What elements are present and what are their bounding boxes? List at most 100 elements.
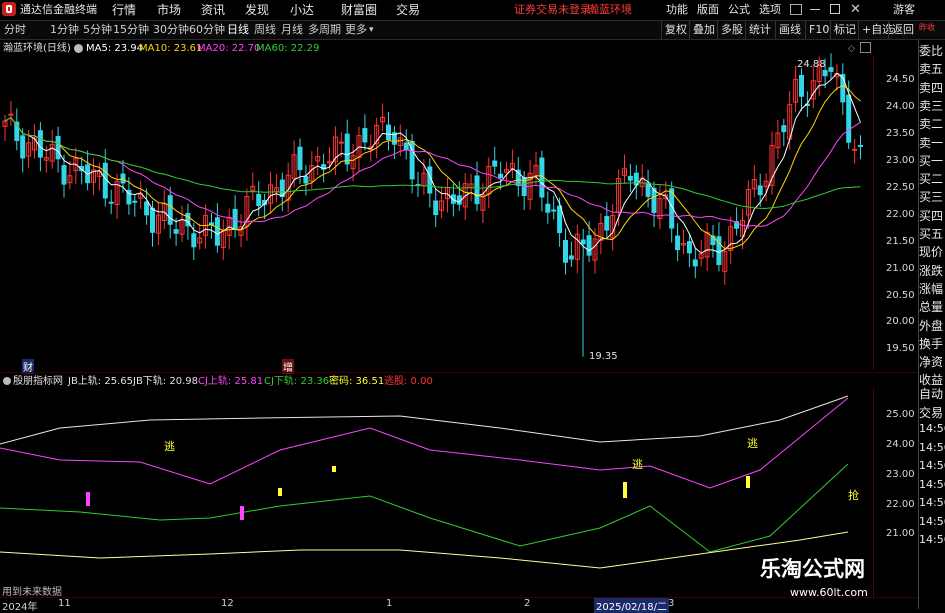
- sidebar-item[interactable]: 卖五: [919, 60, 945, 77]
- candle: [675, 235, 681, 251]
- ma-line: [4, 72, 861, 254]
- login-notice[interactable]: 证券交易未登录: [514, 0, 591, 20]
- sidebar-item[interactable]: 卖一: [919, 134, 945, 151]
- maximize-icon[interactable]: [830, 4, 840, 14]
- candle: [55, 136, 61, 160]
- sidebar-item[interactable]: 买一: [919, 152, 945, 169]
- indicator-line: [0, 397, 849, 489]
- menu-function[interactable]: 功能: [666, 0, 688, 20]
- tab-timeshare[interactable]: 分时: [4, 21, 26, 39]
- tab-weekly[interactable]: 周线: [254, 21, 276, 39]
- menu-wealth-circle[interactable]: 财富圈: [341, 0, 377, 20]
- sidebar-trade-item[interactable]: 14:56: [919, 422, 945, 435]
- cj-upper-label: CJ上轨: 25.81: [198, 376, 264, 387]
- sidebar-item[interactable]: 换手: [919, 335, 945, 352]
- message-icon[interactable]: [790, 4, 802, 15]
- draw-line-button[interactable]: 画线: [775, 21, 804, 39]
- overlay-button[interactable]: 叠加: [689, 21, 718, 39]
- sidebar-item[interactable]: 卖二: [919, 115, 945, 132]
- sidebar-trade-item[interactable]: 14:56: [919, 459, 945, 472]
- candle: [604, 216, 610, 231]
- candle: [150, 207, 155, 233]
- multi-stock-button[interactable]: 多股: [717, 21, 746, 39]
- chevron-down-icon[interactable]: ▾: [369, 21, 374, 39]
- sidebar-item[interactable]: 涨跌: [919, 262, 945, 279]
- price-tick: 23.50: [886, 128, 915, 139]
- candle: [568, 255, 574, 260]
- back-button[interactable]: 返回: [888, 21, 917, 39]
- sidebar-item[interactable]: 买三: [919, 188, 945, 205]
- close-icon[interactable]: ✕: [850, 0, 861, 20]
- candle: [167, 195, 173, 225]
- sidebar-item[interactable]: 涨幅: [919, 280, 945, 297]
- date-tick: 1: [386, 598, 393, 609]
- indicator-axis-line: [873, 388, 874, 597]
- indicator-settings-icon[interactable]: [3, 377, 11, 385]
- adjust-button[interactable]: 复权: [661, 21, 690, 39]
- escape-signal: 逃: [747, 437, 758, 450]
- candle: [645, 182, 651, 197]
- low-price-label: 19.35: [589, 351, 618, 362]
- sidebar-trade-item[interactable]: 14:56: [919, 441, 945, 454]
- sidebar-item[interactable]: 买二: [919, 170, 945, 187]
- mark-button[interactable]: 标记: [830, 21, 859, 39]
- indicator-tick: 22.00: [886, 499, 915, 510]
- candle: [492, 160, 498, 167]
- sidebar-item[interactable]: 卖三: [919, 97, 945, 114]
- tab-30min[interactable]: 30分钟: [153, 21, 189, 39]
- tab-5min[interactable]: 5分钟: [83, 21, 112, 39]
- candle: [852, 148, 858, 151]
- menu-news[interactable]: 资讯: [201, 0, 225, 20]
- sidebar-trade-item[interactable]: 14:56: [919, 496, 945, 509]
- sidebar-item[interactable]: 外盘: [919, 317, 945, 334]
- menu-layout[interactable]: 版面: [697, 0, 719, 20]
- price-tick: 23.00: [886, 155, 915, 166]
- jb-lower-label: JB下轨: 20.98: [133, 376, 198, 387]
- menu-quotes[interactable]: 行情: [112, 0, 136, 20]
- future-data-notice: 用到未来数据: [2, 587, 62, 598]
- f10-button[interactable]: F10: [805, 21, 832, 39]
- sidebar-item[interactable]: 委比: [919, 42, 945, 59]
- sidebar-item[interactable]: 现价: [919, 243, 945, 260]
- candle: [297, 146, 303, 171]
- menu-market[interactable]: 市场: [157, 0, 181, 20]
- candle: [362, 128, 368, 143]
- tab-more[interactable]: 更多: [345, 21, 367, 39]
- indicator-name[interactable]: 殷朋指标网: [13, 375, 63, 388]
- tab-multi-period[interactable]: 多周期: [308, 21, 341, 39]
- minimize-icon[interactable]: [810, 9, 820, 10]
- tab-daily[interactable]: 日线: [227, 21, 249, 39]
- tab-15min[interactable]: 15分钟: [113, 21, 149, 39]
- title-bar: [0, 0, 945, 21]
- sidebar-item[interactable]: 净资: [919, 353, 945, 370]
- stats-button[interactable]: 统计: [745, 21, 774, 39]
- sidebar-trade-item[interactable]: 14:56: [919, 478, 945, 491]
- menu-trade[interactable]: 交易: [396, 0, 420, 20]
- sidebar-trade-item[interactable]: 自动: [919, 385, 945, 402]
- sidebar-trade-item[interactable]: 交易: [919, 404, 945, 421]
- sidebar-trade-item[interactable]: 14:56: [919, 515, 945, 528]
- candle: [132, 200, 138, 203]
- candle: [61, 165, 67, 185]
- cj-lower-label: CJ下轨: 23.36: [264, 376, 330, 387]
- tab-monthly[interactable]: 月线: [281, 21, 303, 39]
- escape-signal: 逃: [632, 458, 643, 471]
- tab-1min[interactable]: 1分钟: [50, 21, 79, 39]
- user-name[interactable]: 游客: [893, 0, 915, 20]
- sidebar-item[interactable]: 卖四: [919, 79, 945, 96]
- sidebar-trade-item[interactable]: 14:56: [919, 533, 945, 546]
- candle: [580, 239, 586, 245]
- candle: [627, 175, 633, 181]
- candle: [686, 241, 692, 254]
- menu-options[interactable]: 选项: [759, 0, 781, 20]
- menu-discover[interactable]: 发现: [245, 0, 269, 20]
- candle: [214, 217, 220, 246]
- sidebar-item[interactable]: 买四: [919, 207, 945, 224]
- menu-formula[interactable]: 公式: [728, 0, 750, 20]
- tab-60min[interactable]: 60分钟: [189, 21, 225, 39]
- menu-xiaoda[interactable]: 小达: [290, 0, 314, 20]
- price-tick: 22.50: [886, 182, 915, 193]
- high-price-label: 24.88: [797, 59, 826, 70]
- sidebar-item[interactable]: 总量: [919, 298, 945, 315]
- sidebar-item[interactable]: 买五: [919, 225, 945, 242]
